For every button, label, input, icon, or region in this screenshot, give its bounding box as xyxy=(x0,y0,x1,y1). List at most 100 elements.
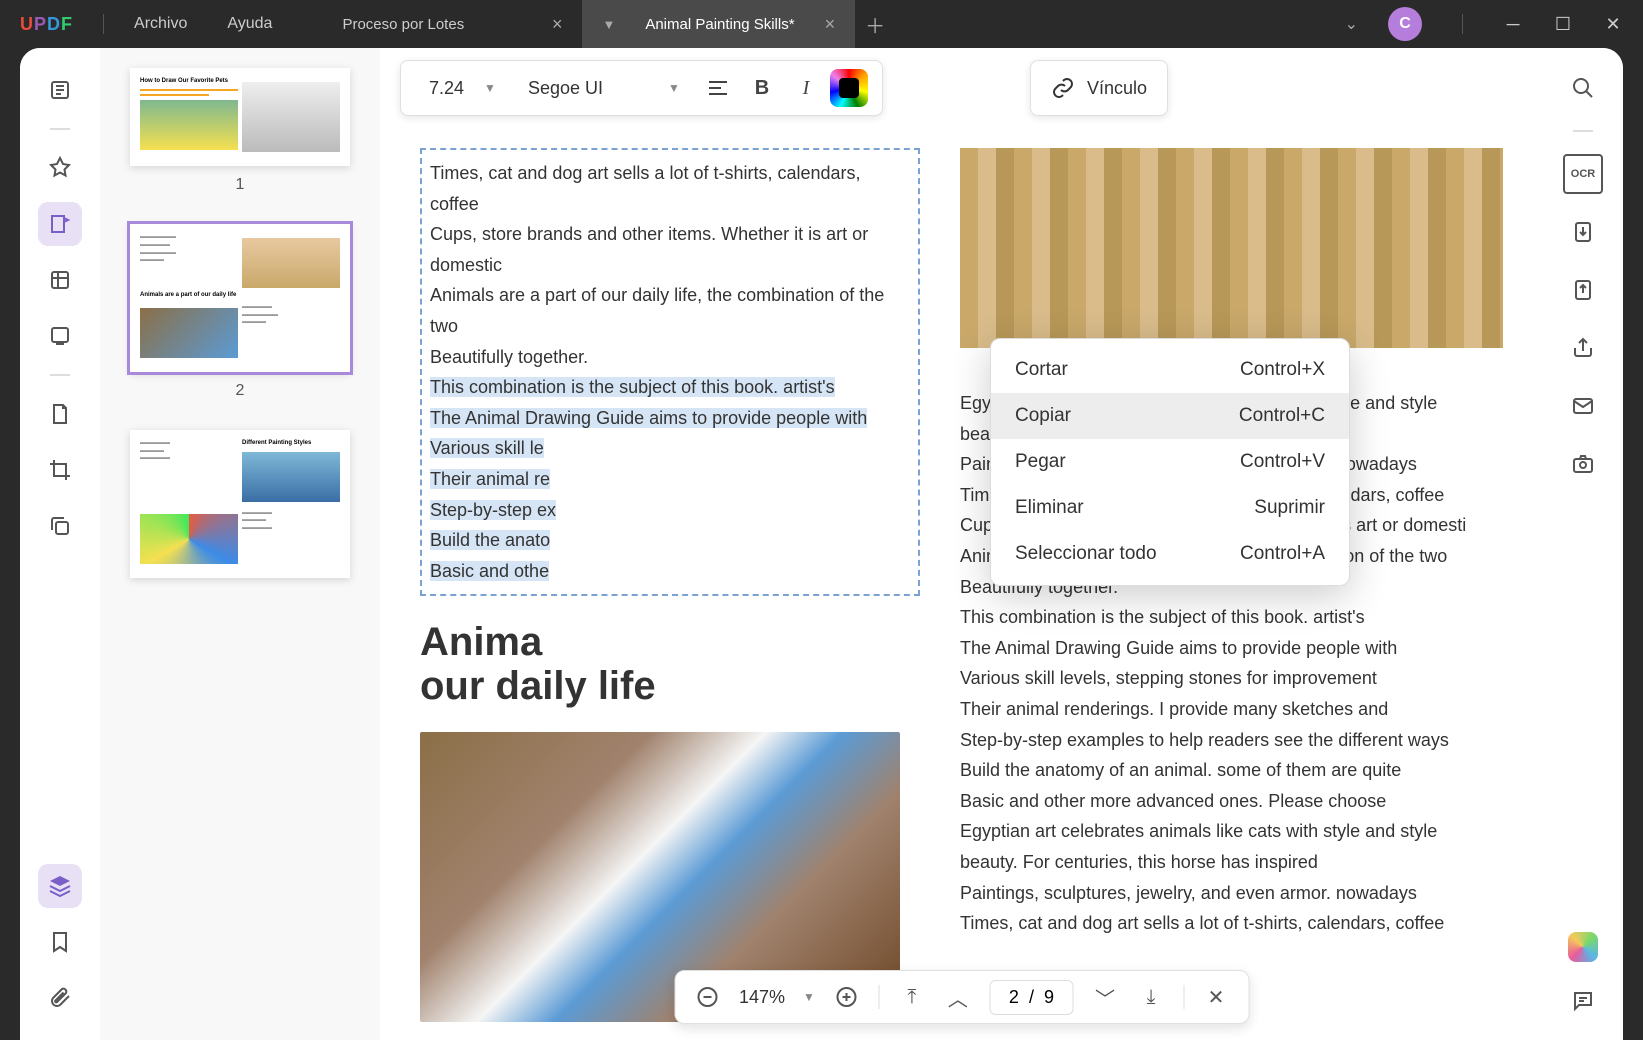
document-content[interactable]: Times, cat and dog art sells a lot of t-… xyxy=(380,128,1543,1040)
chevron-down-icon[interactable]: ▼ xyxy=(803,990,815,1004)
updf-logo-icon[interactable] xyxy=(1568,932,1598,962)
thumbnail-page-2[interactable]: ▬▬▬▬▬▬▬▬▬▬▬▬▬▬▬▬▬▬▬▬▬ Animals are a part… xyxy=(130,224,350,372)
app-logo: UPDF xyxy=(0,14,93,35)
selected-text: Basic and othe xyxy=(430,561,549,581)
menu-ayuda[interactable]: Ayuda xyxy=(207,15,292,33)
text-line: Egyptian art celebrates animals like cat… xyxy=(960,816,1503,847)
link-icon xyxy=(1051,76,1075,100)
attachment-button[interactable] xyxy=(38,976,82,1020)
close-icon[interactable]: × xyxy=(825,14,836,35)
bold-button[interactable]: B xyxy=(742,68,782,108)
content-image[interactable] xyxy=(960,148,1503,348)
crop-tool-button[interactable] xyxy=(38,448,82,492)
selected-text: The Animal Drawing Guide aims to provide… xyxy=(430,408,867,428)
text-line: This combination is the subject of this … xyxy=(960,602,1503,633)
text-color-button[interactable] xyxy=(830,69,868,107)
copy-tool-button[interactable] xyxy=(38,504,82,548)
font-size-select[interactable]: 7.24 ▼ xyxy=(415,68,510,108)
divider xyxy=(50,128,70,130)
form-mode-button[interactable] xyxy=(38,314,82,358)
screenshot-button[interactable] xyxy=(1563,444,1603,484)
text-line: Various skill levels, stepping stones fo… xyxy=(960,663,1503,694)
ctx-copy[interactable]: CopiarControl+C xyxy=(991,393,1349,439)
text-line: Step-by-step examples to help readers se… xyxy=(960,725,1503,756)
page-tool-button[interactable] xyxy=(38,392,82,436)
text-line: Their animal renderings. I provide many … xyxy=(960,694,1503,725)
selected-text: Build the anato xyxy=(430,530,550,550)
minimize-icon[interactable]: ─ xyxy=(1503,14,1523,34)
text-line: Build the anatomy of an animal. some of … xyxy=(960,755,1503,786)
close-icon[interactable]: × xyxy=(552,14,563,35)
chevron-down-icon: ▼ xyxy=(668,81,680,95)
divider xyxy=(1573,130,1593,132)
text-line: beauty. For centuries, this horse has in… xyxy=(960,847,1503,878)
ocr-button[interactable]: OCR xyxy=(1563,154,1603,194)
organize-mode-button[interactable] xyxy=(38,258,82,302)
text-line: Times, cat and dog art sells a lot of t-… xyxy=(430,158,910,219)
zoom-value: 147% xyxy=(739,987,785,1008)
chevron-down-icon[interactable]: ⌄ xyxy=(1345,14,1358,34)
divider xyxy=(879,985,880,1009)
tab-batch[interactable]: Proceso por Lotes × xyxy=(322,0,582,48)
layers-button[interactable] xyxy=(38,864,82,908)
text-line: Beautifully together. xyxy=(430,342,910,373)
link-label: Vínculo xyxy=(1087,78,1147,99)
email-button[interactable] xyxy=(1563,386,1603,426)
last-page-button[interactable]: ⤓ xyxy=(1137,983,1165,1011)
page-indicator[interactable]: 2 / 9 xyxy=(990,980,1073,1015)
close-nav-button[interactable]: ✕ xyxy=(1202,983,1230,1011)
text-line: Paintings, sculptures, jewelry, and even… xyxy=(960,878,1503,909)
prev-page-button[interactable]: ︿ xyxy=(944,983,972,1011)
page-nav-toolbar: 147% ▼ ⤒ ︿ 2 / 9 ﹀ ⤓ ✕ xyxy=(674,970,1249,1024)
reader-mode-button[interactable] xyxy=(38,68,82,112)
selected-text: Step-by-step ex xyxy=(430,500,556,520)
link-button[interactable]: Vínculo xyxy=(1030,60,1168,116)
italic-button[interactable]: I xyxy=(786,68,826,108)
thumbnail-page-1[interactable]: How to Draw Our Favorite Pets xyxy=(130,68,350,166)
ctx-paste[interactable]: PegarControl+V xyxy=(991,439,1349,485)
chevron-down-icon: ▼ xyxy=(484,81,496,95)
comment-mode-button[interactable] xyxy=(38,146,82,190)
tab-title: Animal Painting Skills* xyxy=(645,16,794,33)
selected-text: Their animal re xyxy=(430,469,550,489)
left-toolbar xyxy=(20,48,100,1040)
font-size-value: 7.24 xyxy=(429,78,464,99)
close-icon[interactable]: ✕ xyxy=(1603,14,1623,34)
thumb-title: Different Painting Styles xyxy=(242,440,311,446)
share-button[interactable] xyxy=(1563,328,1603,368)
titlebar-right: ⌄ C ─ ☐ ✕ xyxy=(1325,7,1643,41)
text-line: Basic and other more advanced ones. Plea… xyxy=(960,786,1503,817)
zoom-out-button[interactable] xyxy=(693,983,721,1011)
ctx-select-all[interactable]: Seleccionar todoControl+A xyxy=(991,531,1349,577)
main-view: 7.24 ▼ Segoe UI ▼ B I Vínculo Times, cat… xyxy=(380,48,1543,1040)
tab-strip: Proceso por Lotes × ▼ Animal Painting Sk… xyxy=(322,0,895,48)
divider xyxy=(1462,14,1463,34)
edit-mode-button[interactable] xyxy=(38,202,82,246)
tab-document[interactable]: ▼ Animal Painting Skills* × xyxy=(582,0,855,48)
font-family-select[interactable]: Segoe UI ▼ xyxy=(514,68,694,108)
add-tab-button[interactable]: ＋ xyxy=(855,0,895,48)
bookmark-button[interactable] xyxy=(38,920,82,964)
next-page-button[interactable]: ﹀ xyxy=(1091,983,1119,1011)
menu-archivo[interactable]: Archivo xyxy=(114,15,207,33)
ctx-delete[interactable]: EliminarSuprimir xyxy=(991,485,1349,531)
convert-button[interactable] xyxy=(1563,212,1603,252)
tab-title: Proceso por Lotes xyxy=(342,16,464,33)
thumb-number: 1 xyxy=(130,176,350,194)
workspace: How to Draw Our Favorite Pets 1 ▬▬▬▬▬▬▬▬… xyxy=(20,48,1623,1040)
text-selection-box[interactable]: Times, cat and dog art sells a lot of t-… xyxy=(420,148,920,596)
chat-button[interactable] xyxy=(1563,980,1603,1020)
export-button[interactable] xyxy=(1563,270,1603,310)
text-line: Animals are a part of our daily life, th… xyxy=(430,280,910,341)
align-left-button[interactable] xyxy=(698,68,738,108)
thumbnail-page-3[interactable]: ▬▬▬▬▬▬▬▬▬▬▬▬▬▬ Different Painting Styles… xyxy=(130,430,350,578)
ctx-cut[interactable]: CortarControl+X xyxy=(991,347,1349,393)
search-button[interactable] xyxy=(1563,68,1603,108)
avatar[interactable]: C xyxy=(1388,7,1422,41)
first-page-button[interactable]: ⤒ xyxy=(898,983,926,1011)
thumb-title: Animals are a part of our daily life xyxy=(140,292,236,298)
selected-text: This combination is the subject of this … xyxy=(430,377,835,397)
divider xyxy=(50,374,70,376)
maximize-icon[interactable]: ☐ xyxy=(1553,14,1573,34)
zoom-in-button[interactable] xyxy=(833,983,861,1011)
